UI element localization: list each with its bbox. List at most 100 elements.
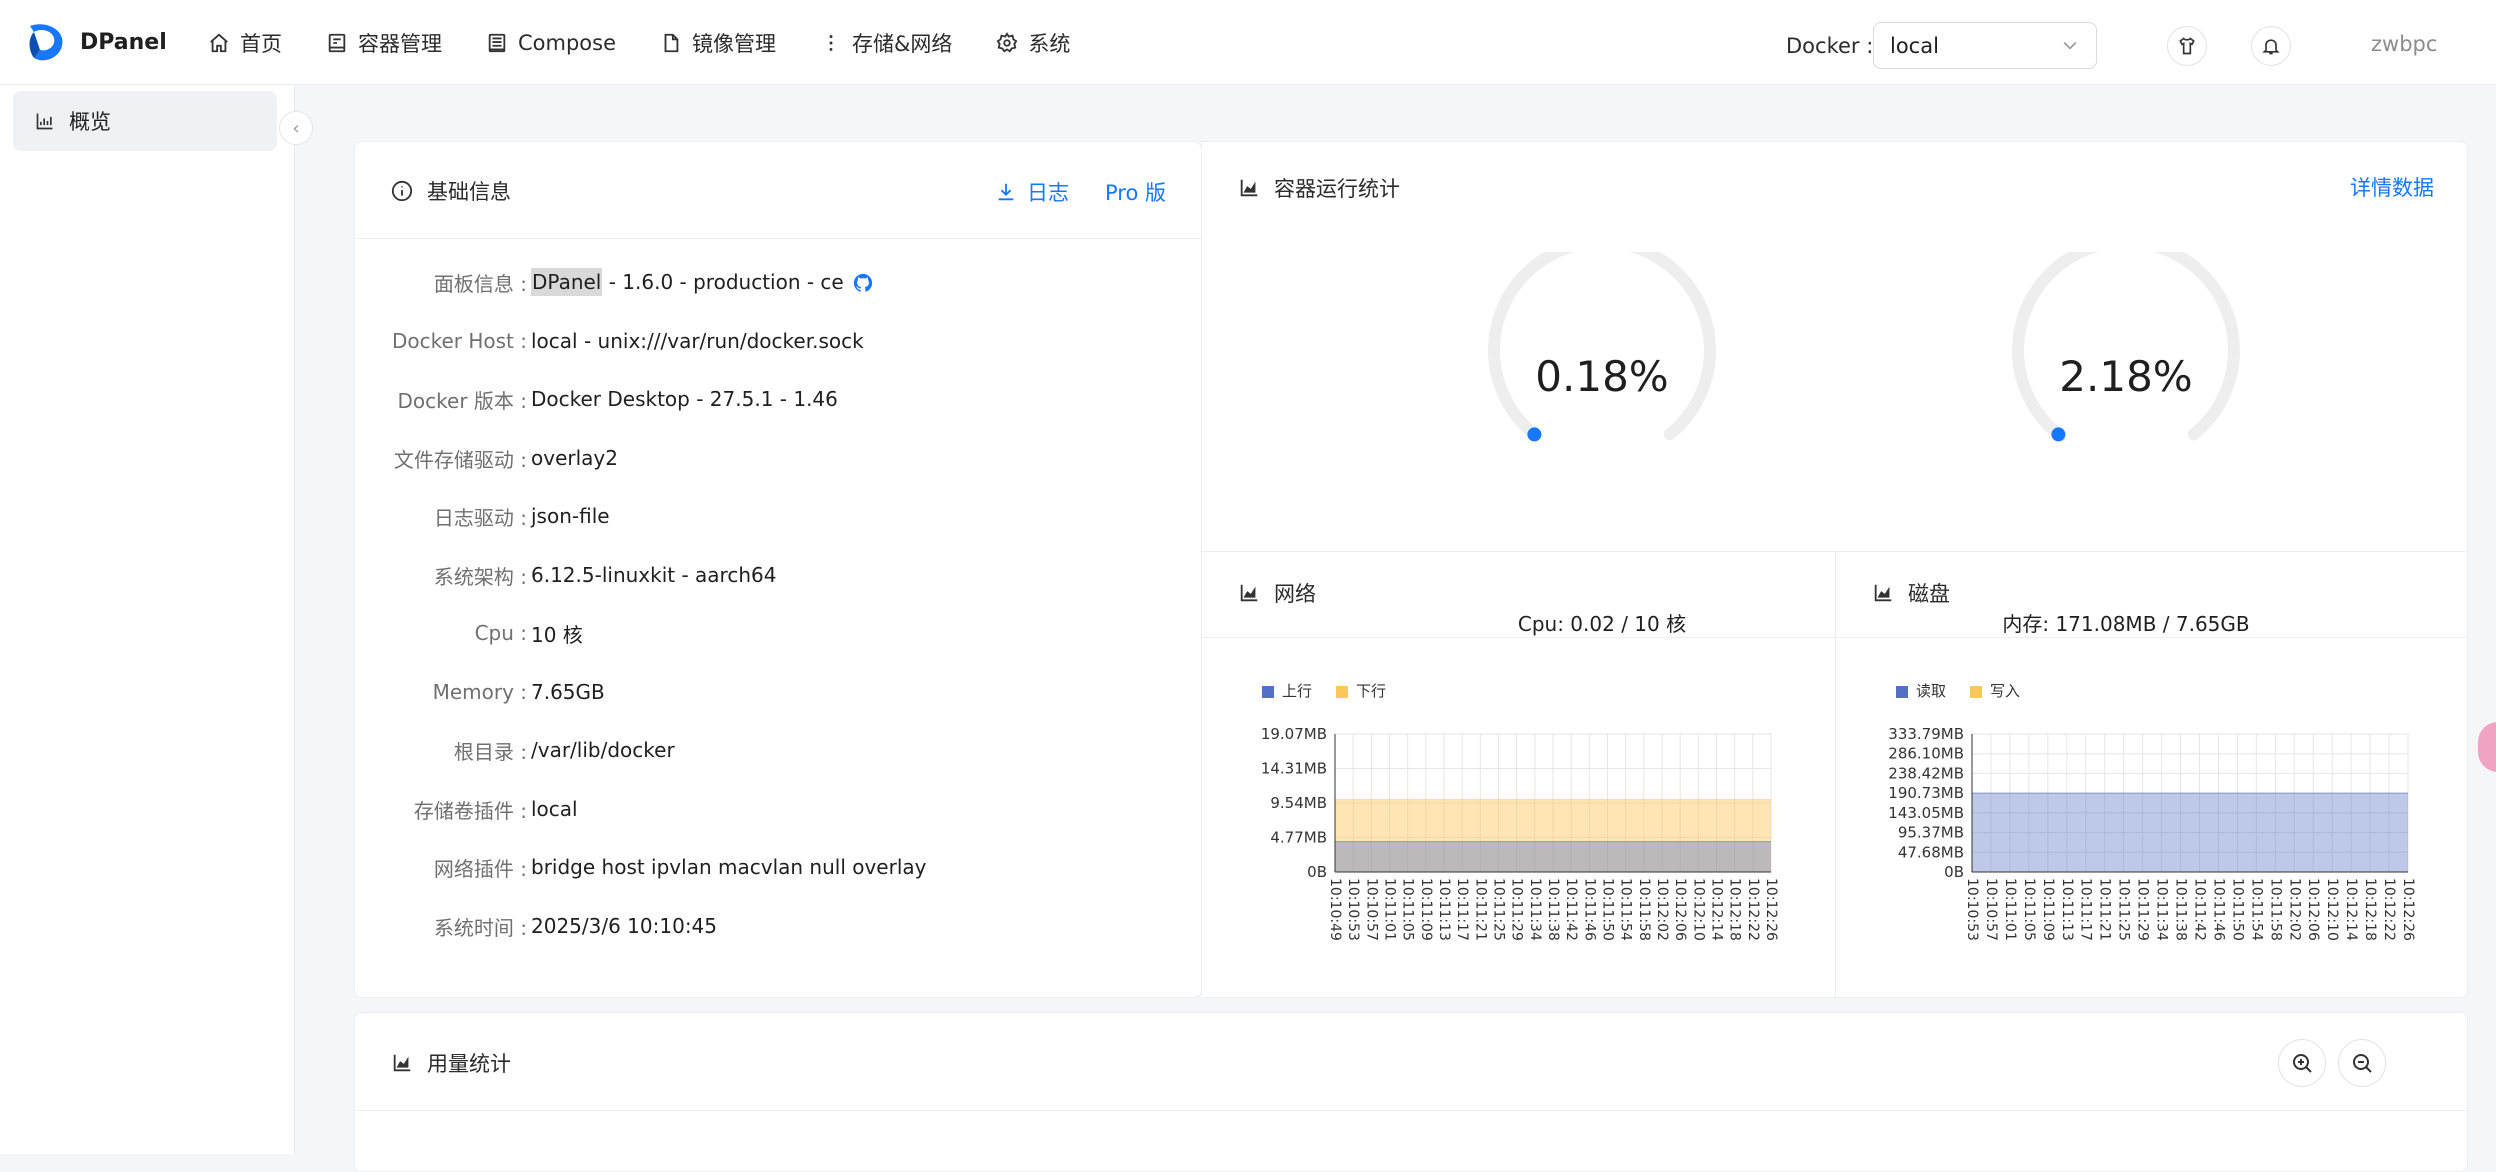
info-value: /var/lib/docker xyxy=(531,738,675,762)
y-tick-label: 286.10MB xyxy=(1888,745,1964,763)
notification-button[interactable] xyxy=(2251,26,2291,66)
zoom-out-button[interactable] xyxy=(2338,1039,2386,1087)
x-tick-label: 10:11:34 xyxy=(2154,878,2170,941)
x-tick-label: 10:11:21 xyxy=(1472,878,1488,941)
y-tick-label: 238.42MB xyxy=(1888,764,1964,782)
pro-button-label: Pro 版 xyxy=(1105,181,1166,205)
x-tick-label: 10:12:10 xyxy=(2324,878,2340,941)
cpu-gauge-value: 0.18% xyxy=(1535,352,1669,401)
nav-images[interactable]: 镜像管理 xyxy=(638,0,798,85)
github-icon[interactable] xyxy=(852,272,874,294)
network-title-text: 网络 xyxy=(1274,582,1316,606)
basic-info-header: 基础信息 日志 Pro 版 xyxy=(355,142,1201,239)
info-key: Docker Host : xyxy=(391,329,527,353)
series-area xyxy=(1972,793,2408,872)
floating-assistant-button[interactable] xyxy=(2478,722,2496,772)
x-tick-label: 10:10:57 xyxy=(1983,878,1999,941)
info-row-docker-version: Docker 版本 : Docker Desktop - 27.5.1 - 1.4… xyxy=(355,379,1201,419)
x-tick-label: 10:12:22 xyxy=(2381,878,2397,941)
info-row-log-driver: 日志驱动 : json-file xyxy=(355,496,1201,536)
zoom-in-icon xyxy=(2293,1054,2312,1073)
y-tick-label: 143.05MB xyxy=(1888,804,1964,822)
nav-home-label: 首页 xyxy=(240,31,282,56)
detail-data-link[interactable]: 详情数据 xyxy=(2350,172,2434,202)
x-tick-label: 10:11:05 xyxy=(2021,878,2037,941)
detail-data-label: 详情数据 xyxy=(2350,176,2434,200)
nav-home[interactable]: 首页 xyxy=(186,0,304,85)
nav-storage-network-label: 存储&网络 xyxy=(852,31,953,56)
legend-label: 写入 xyxy=(1990,682,2020,700)
info-key: 面板信息 : xyxy=(433,271,527,296)
container-stats-card: 容器运行统计 详情数据 0.18% Cpu: 0.02 / 10 核 2.18%… xyxy=(1202,141,2468,999)
cpu-gauge-caption: Cpu: 0.02 / 10 核 xyxy=(1517,612,1687,636)
area-chart-icon xyxy=(1240,584,1258,602)
x-tick-label: 10:11:17 xyxy=(1454,878,1470,941)
shirt-icon xyxy=(2179,37,2195,55)
x-tick-label: 10:11:13 xyxy=(2059,878,2075,941)
x-tick-label: 10:11:01 xyxy=(2002,878,2018,941)
disk-chart: 读取 写入10:10:53 10:10:57 10:11:01 10:11:05 10:1… xyxy=(1888,682,2416,941)
x-tick-label: 10:10:53 xyxy=(1345,878,1361,941)
y-tick-label: 333.79MB xyxy=(1888,725,1964,743)
x-tick-label: 10:12:18 xyxy=(1727,878,1743,941)
sidebar-item-overview[interactable]: 概览 xyxy=(13,91,277,151)
theme-button[interactable] xyxy=(2167,26,2207,66)
info-key: Cpu : xyxy=(474,621,527,645)
log-button-label: 日志 xyxy=(1027,181,1069,205)
log-button[interactable]: 日志 xyxy=(995,177,1069,207)
user-name[interactable]: zwbpc xyxy=(2371,32,2437,56)
divider xyxy=(1202,637,2468,638)
info-row-docker-host: Docker Host : local - unix:///var/run/doc… xyxy=(355,321,1201,361)
info-value: DPanel - 1.6.0 - production - ce xyxy=(531,267,874,296)
x-tick-label: 10:11:54 xyxy=(1618,878,1634,941)
series-area xyxy=(1335,841,1771,872)
x-tick-label: 10:11:54 xyxy=(2248,878,2264,941)
info-value: 2025/3/6 10:10:45 xyxy=(531,914,718,938)
brand-name: DPanel xyxy=(80,29,167,55)
network-chart: 上行 下行10:10:49 10:10:53 10:10:57 10:11:01 10:1… xyxy=(1261,682,1779,941)
nav-compose[interactable]: Compose xyxy=(464,0,638,85)
legend-swatch xyxy=(1970,686,1982,698)
area-chart-icon xyxy=(1240,179,1258,197)
network-title: 网络 xyxy=(1238,578,1316,608)
nav-system-label: 系统 xyxy=(1028,31,1071,56)
y-tick-label: 4.77MB xyxy=(1270,829,1327,847)
nav-storage-network[interactable]: 存储&网络 xyxy=(798,0,974,85)
x-tick-label: 10:11:21 xyxy=(2097,878,2113,941)
x-tick-label: 10:11:50 xyxy=(2229,878,2245,941)
logo[interactable]: DPanel xyxy=(26,20,167,64)
basic-info-card: 基础信息 日志 Pro 版 面板信息 : DPanel - 1.6.0 - pr… xyxy=(354,141,1202,998)
docker-select[interactable]: local xyxy=(1873,22,2097,69)
x-tick-label: 10:11:46 xyxy=(2210,878,2226,941)
sidebar-collapse-button[interactable]: ‹ xyxy=(279,111,313,145)
x-tick-label: 10:10:53 xyxy=(1964,878,1980,941)
x-tick-label: 10:12:02 xyxy=(2286,878,2302,941)
top-bar: DPanel 首页 容器管理 Compose 镜像管理 存储&网络 系统 Doc… xyxy=(0,0,2496,85)
info-key: 文件存储驱动 : xyxy=(393,447,527,472)
info-key: 日志驱动 : xyxy=(433,505,527,530)
docker-select-value: local xyxy=(1890,33,1939,58)
cpu-gauge: 0.18% Cpu: 0.02 / 10 核 xyxy=(1452,252,1752,652)
memory-gauge-indicator xyxy=(2051,427,2066,442)
memory-gauge-value: 2.18% xyxy=(2059,352,2193,401)
x-tick-label: 10:11:29 xyxy=(2135,878,2151,941)
memory-gauge: 2.18% 内存: 171.08MB / 7.65GB xyxy=(1976,252,2276,652)
x-tick-label: 10:12:06 xyxy=(2305,878,2321,941)
x-tick-label: 10:11:42 xyxy=(2191,878,2207,941)
zoom-in-button[interactable] xyxy=(2278,1039,2326,1087)
x-tick-label: 10:12:26 xyxy=(2400,878,2416,941)
x-tick-label: 10:11:46 xyxy=(1581,878,1597,941)
area-chart-icon xyxy=(1874,584,1892,602)
nav-containers[interactable]: 容器管理 xyxy=(304,0,464,85)
gear-icon xyxy=(996,31,1018,54)
x-tick-label: 10:12:14 xyxy=(1709,878,1725,941)
legend-label: 上行 xyxy=(1282,682,1312,700)
x-tick-label: 10:11:13 xyxy=(1436,878,1452,941)
nav-system[interactable]: 系统 xyxy=(974,0,1092,85)
basic-info-title-text: 基础信息 xyxy=(427,180,511,204)
info-icon xyxy=(391,180,413,202)
panel-name-highlight: DPanel xyxy=(531,267,603,296)
container-icon xyxy=(326,32,348,54)
y-tick-label: 95.37MB xyxy=(1898,824,1964,842)
pro-button[interactable]: Pro 版 xyxy=(1105,177,1166,207)
